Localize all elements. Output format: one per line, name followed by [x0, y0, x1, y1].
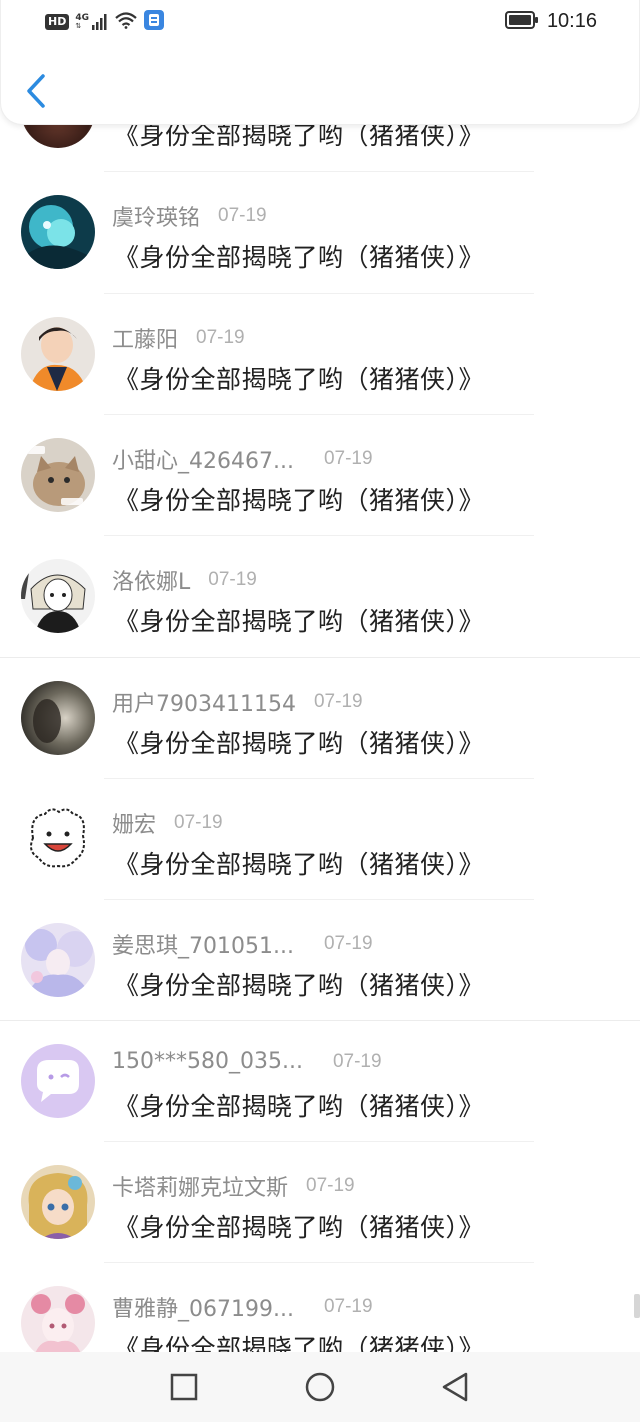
- post-date: 07-19: [196, 327, 245, 348]
- item-title[interactable]: 《身份全部揭晓了哟（猪猪侠）》: [114, 602, 484, 638]
- app-notification-icon: [144, 10, 164, 34]
- avatar[interactable]: [21, 681, 95, 755]
- avatar[interactable]: [21, 559, 95, 633]
- back-button[interactable]: [21, 70, 53, 112]
- list-item[interactable]: 洛依娜L 07-19 《身份全部揭晓了哟（猪猪侠）》: [0, 536, 640, 657]
- list-item[interactable]: 曹雅静_067199... 07-19 《身份全部揭晓了哟（猪猪侠）》: [0, 1263, 640, 1352]
- triangle-back-icon: [442, 1372, 468, 1402]
- user-name[interactable]: 150***580_035...: [112, 1049, 303, 1074]
- user-name[interactable]: 洛依娜L: [112, 564, 190, 596]
- item-title[interactable]: 《身份全部揭晓了哟（猪猪侠）》: [114, 845, 484, 881]
- post-date: 07-19: [218, 205, 267, 226]
- user-name[interactable]: 姗宏: [112, 807, 156, 839]
- user-name[interactable]: 卡塔莉娜克垃文斯: [112, 1170, 288, 1202]
- post-date: 07-19: [174, 812, 223, 833]
- user-name[interactable]: 曹雅静_067199...: [112, 1291, 294, 1323]
- post-date: 07-19: [332, 1050, 382, 1072]
- list-item[interactable]: 卡塔莉娜克垃文斯 07-19 《身份全部揭晓了哟（猪猪侠）》: [0, 1142, 640, 1263]
- list-item[interactable]: 姗宏 07-19 《身份全部揭晓了哟（猪猪侠）》: [0, 779, 640, 900]
- battery-icon: [504, 10, 539, 33]
- avatar[interactable]: [21, 438, 95, 512]
- item-title[interactable]: 《身份全部揭晓了哟（猪猪侠）》: [114, 1087, 484, 1123]
- item-title[interactable]: 《身份全部揭晓了哟（猪猪侠）》: [114, 238, 484, 274]
- avatar[interactable]: [21, 317, 95, 391]
- post-date: 07-19: [323, 933, 373, 954]
- post-date: 07-19: [313, 691, 363, 712]
- avatar[interactable]: [21, 1286, 95, 1352]
- comment-list[interactable]: 《身份全部揭晓了哟（猪猪侠）》 虞玲瑛铭 07-19 《身份全部揭晓了哟（猪猪侠…: [0, 0, 640, 1352]
- top-header: HD 4G ⇅ 10:16: [0, 0, 640, 125]
- user-name[interactable]: 小甜心_426467...: [112, 443, 294, 475]
- clock: 10:16: [546, 10, 597, 32]
- recent-apps-button[interactable]: [166, 1369, 202, 1405]
- back-nav-button[interactable]: [438, 1369, 474, 1405]
- wifi-icon: [114, 11, 138, 33]
- user-name[interactable]: 用户7903411154: [112, 686, 296, 718]
- list-item[interactable]: 150***580_035... 07-19 《身份全部揭晓了哟（猪猪侠）》: [0, 1021, 640, 1142]
- list-item[interactable]: 虞玲瑛铭 07-19 《身份全部揭晓了哟（猪猪侠）》: [0, 172, 640, 293]
- item-title[interactable]: 《身份全部揭晓了哟（猪猪侠）》: [114, 966, 484, 1002]
- circle-icon: [305, 1372, 335, 1402]
- hd-badge: HD: [45, 14, 70, 30]
- user-name[interactable]: 虞玲瑛铭: [112, 200, 200, 232]
- post-date: 07-19: [306, 1175, 355, 1196]
- home-button[interactable]: [302, 1369, 338, 1405]
- scrollbar[interactable]: [634, 1294, 640, 1318]
- item-title[interactable]: 《身份全部揭晓了哟（猪猪侠）》: [114, 360, 484, 396]
- user-name[interactable]: 姜思琪_701051...: [112, 928, 294, 960]
- avatar[interactable]: [21, 923, 95, 997]
- list-item[interactable]: 小甜心_426467... 07-19 《身份全部揭晓了哟（猪猪侠）》: [0, 415, 640, 536]
- system-nav-bar: [0, 1352, 640, 1422]
- list-item[interactable]: 姜思琪_701051... 07-19 《身份全部揭晓了哟（猪猪侠）》: [0, 900, 640, 1021]
- avatar[interactable]: [21, 802, 95, 876]
- post-date: 07-19: [323, 1296, 373, 1317]
- status-bar: HD 4G ⇅ 10:16: [1, 0, 640, 44]
- signal-icon: 4G ⇅: [75, 14, 108, 30]
- item-title[interactable]: 《身份全部揭晓了哟（猪猪侠）》: [114, 724, 484, 760]
- user-name[interactable]: 工藤阳: [112, 322, 178, 354]
- avatar[interactable]: [21, 195, 95, 269]
- avatar[interactable]: [21, 1044, 95, 1118]
- avatar[interactable]: [21, 1165, 95, 1239]
- square-icon: [170, 1373, 198, 1401]
- item-title[interactable]: 《身份全部揭晓了哟（猪猪侠）》: [114, 481, 484, 517]
- post-date: 07-19: [323, 448, 373, 469]
- chevron-left-icon: [27, 74, 45, 108]
- list-item[interactable]: 工藤阳 07-19 《身份全部揭晓了哟（猪猪侠）》: [0, 294, 640, 415]
- item-title[interactable]: 《身份全部揭晓了哟（猪猪侠）》: [114, 1329, 484, 1352]
- list-item[interactable]: 用户7903411154 07-19 《身份全部揭晓了哟（猪猪侠）》: [0, 658, 640, 779]
- item-title[interactable]: 《身份全部揭晓了哟（猪猪侠）》: [114, 1208, 484, 1244]
- post-date: 07-19: [208, 569, 257, 590]
